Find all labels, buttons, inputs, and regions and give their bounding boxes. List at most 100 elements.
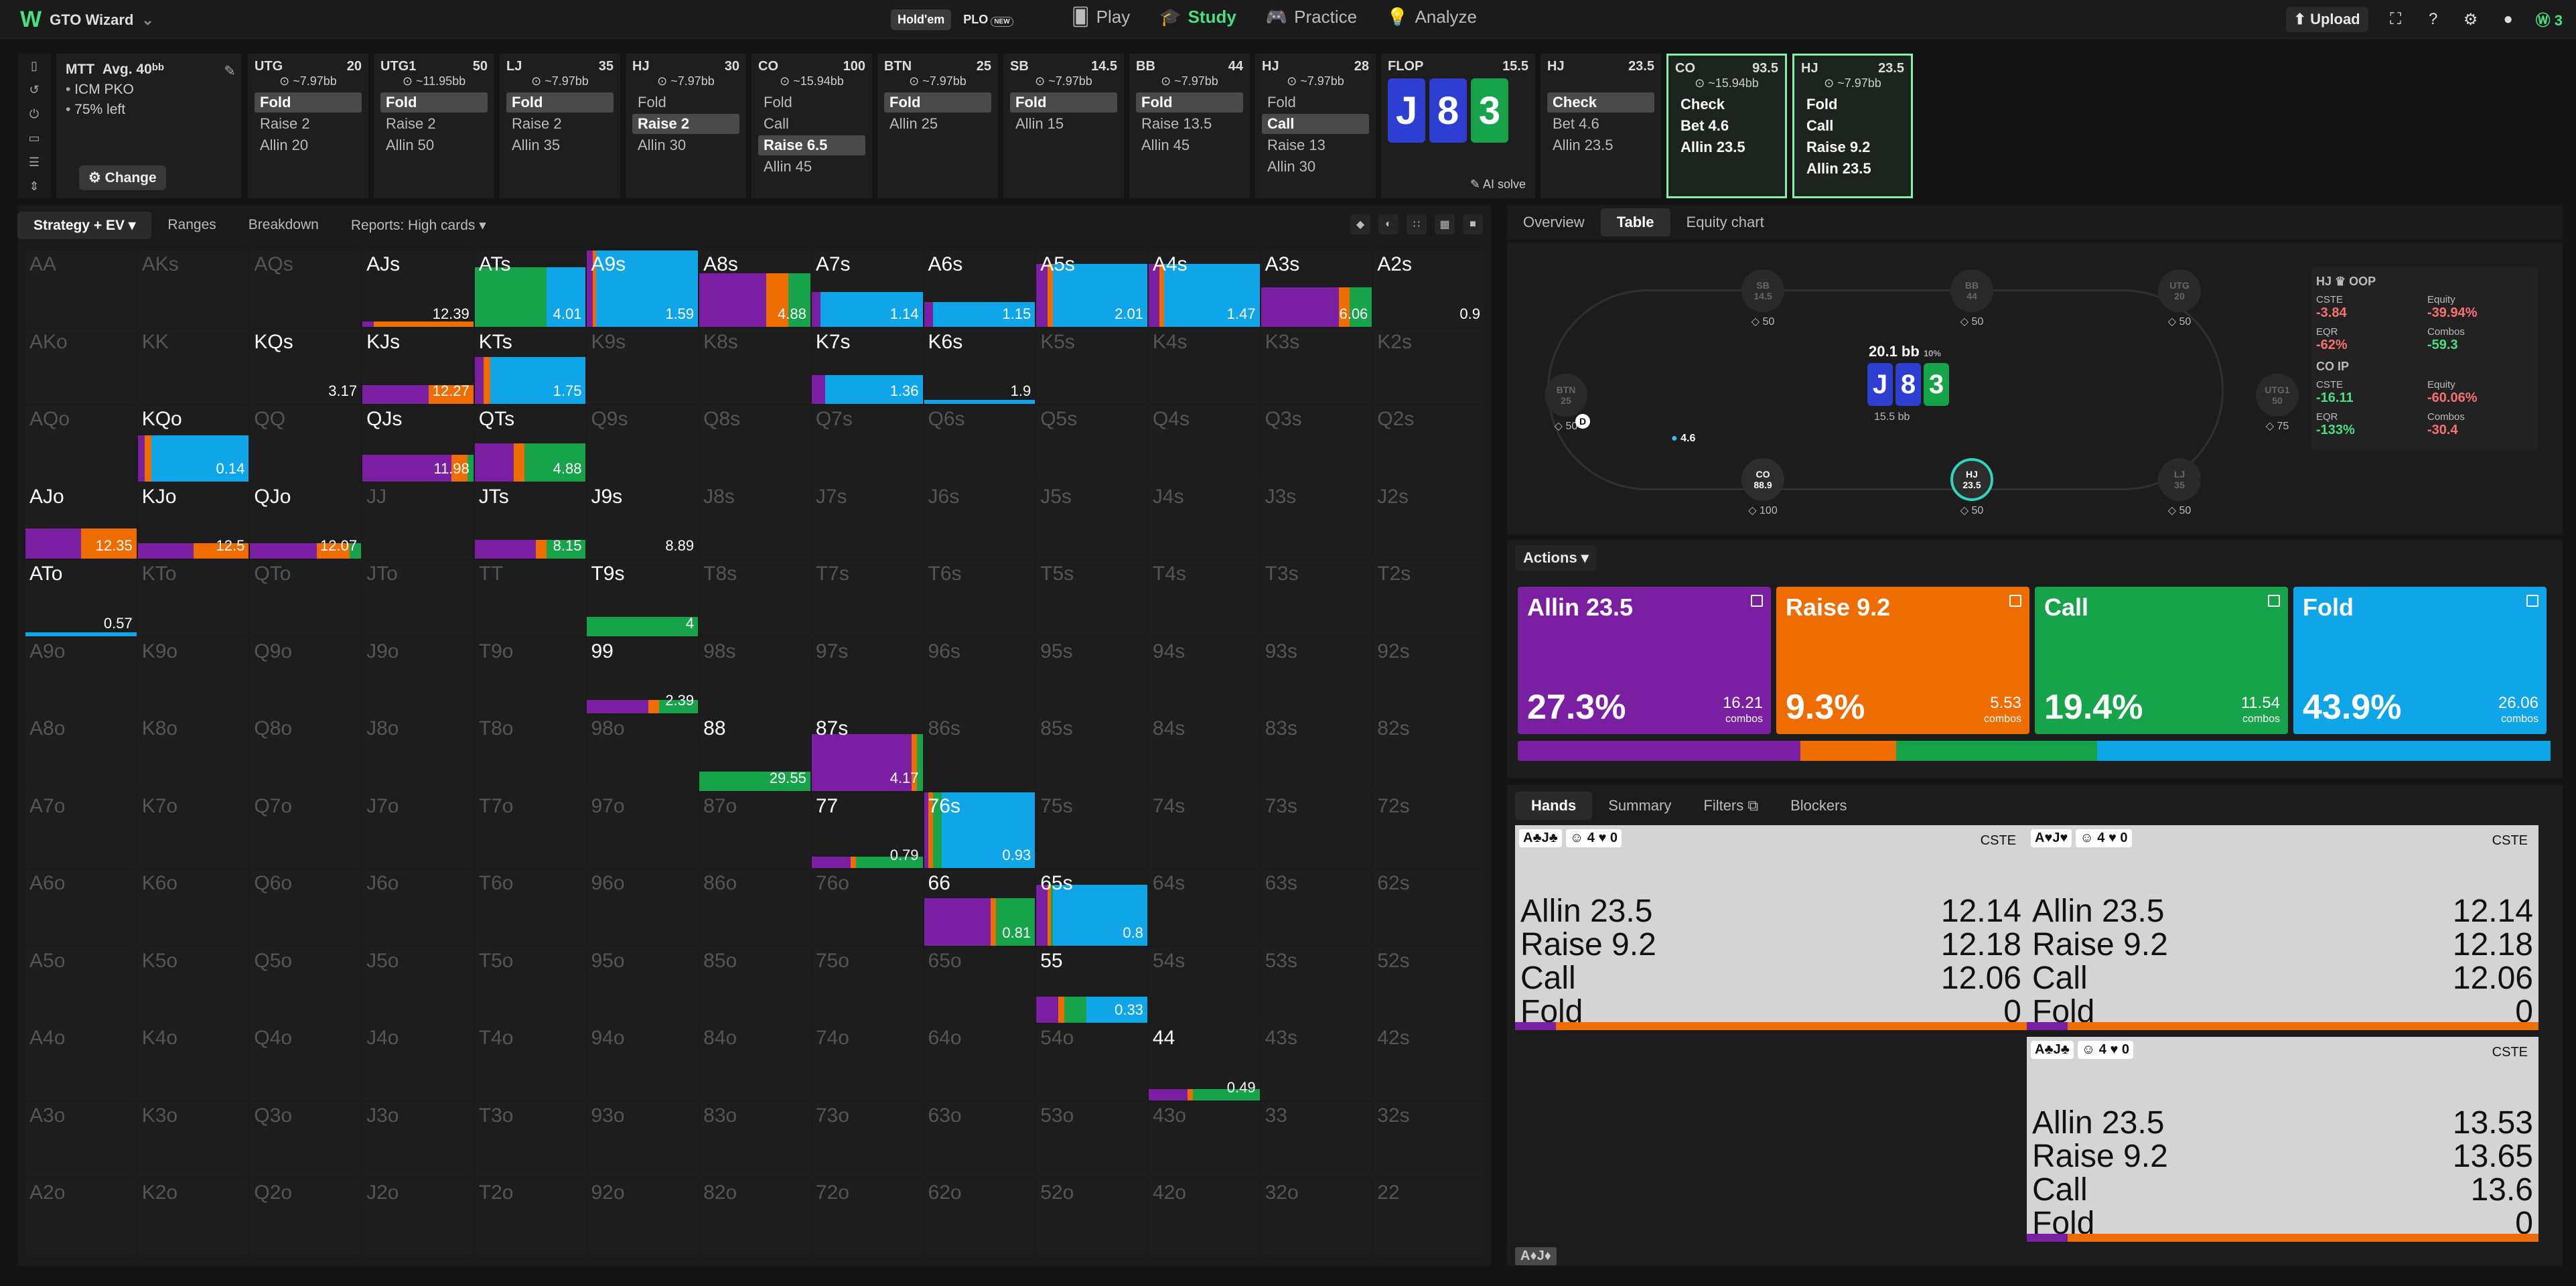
hand-cell[interactable]: T9s 4 — [587, 560, 699, 636]
history-icon[interactable]: ↺ — [29, 83, 39, 97]
hand-cell[interactable]: T8o — [474, 715, 586, 791]
hand-cell[interactable]: 62o — [924, 1179, 1035, 1255]
action-option[interactable]: Allin 50 — [380, 135, 488, 155]
action-option[interactable]: Check — [1547, 92, 1654, 113]
hand-cell[interactable]: K7s 1.36 — [811, 328, 923, 405]
action-option[interactable]: Fold — [380, 92, 488, 113]
hand-cell[interactable]: 77 0.79 — [811, 792, 923, 869]
hand-cell[interactable]: 95s — [1036, 637, 1147, 714]
hand-cell[interactable]: K9o — [137, 637, 249, 714]
action-option[interactable]: Fold — [506, 92, 614, 113]
expand-icon[interactable] — [1751, 595, 1763, 607]
seat-lj[interactable]: LJ 35 — [2158, 458, 2201, 501]
hand-cell[interactable]: 76o — [811, 869, 923, 946]
position-column-co[interactable]: CO 100 ⊙ ~15.94bb Fold Call Raise 6.5 Allin 45 — [752, 54, 872, 198]
hand-cell[interactable]: 73o — [811, 1101, 923, 1178]
mode-plo[interactable]: PLO NEW — [956, 9, 1019, 30]
hand-cell[interactable]: QTo — [250, 560, 362, 636]
hand-cell[interactable]: J6s — [924, 482, 1035, 559]
hand-cell[interactable]: 42o — [1148, 1179, 1260, 1255]
hand-cell[interactable]: AA — [25, 251, 137, 327]
action-option[interactable]: Raise 2 — [255, 114, 362, 134]
hand-cell[interactable]: J2s — [1373, 482, 1484, 559]
hand-cell[interactable]: JTo — [362, 560, 474, 636]
hand-cell[interactable]: Q2o — [250, 1179, 362, 1255]
hand-cell[interactable]: K2s — [1373, 328, 1484, 405]
action-option[interactable]: Call — [758, 114, 865, 134]
bookmark-icon[interactable]: ▯ — [31, 59, 38, 73]
hand-cell[interactable]: A9s 1.59 — [587, 251, 699, 327]
action-option[interactable]: Allin 30 — [632, 135, 739, 155]
hand-cell[interactable]: 53o — [1036, 1101, 1147, 1178]
hand-cell[interactable]: T2s — [1373, 560, 1484, 636]
hand-cell[interactable]: 92s — [1373, 637, 1484, 714]
action-option[interactable]: Allin 45 — [1136, 135, 1243, 155]
nav-study[interactable]: 🎓 Study — [1159, 7, 1236, 27]
logo[interactable]: W GTO Wizard ⌄ — [20, 7, 154, 33]
hand-cell[interactable]: KJo 12.5 — [137, 482, 249, 559]
hand-cell[interactable]: T4o — [474, 1024, 586, 1100]
position-column-hj[interactable]: HJ 23.5 Check Bet 4.6 Allin 23.5 — [1541, 54, 1661, 198]
hand-cell[interactable]: AKo — [25, 328, 137, 405]
expand-icon[interactable] — [2009, 595, 2021, 607]
action-option[interactable]: Bet 4.6 — [1675, 116, 1778, 136]
hand-cell[interactable]: TT — [474, 560, 586, 636]
hand-cell[interactable]: 55 0.33 — [1036, 946, 1147, 1023]
hand-cell[interactable]: Q3o — [250, 1101, 362, 1178]
gear-icon[interactable]: ⚙ — [2461, 9, 2481, 29]
action-option[interactable]: Fold — [884, 92, 991, 113]
align-icon[interactable]: ⇕ — [29, 180, 39, 194]
hand-cell[interactable]: Q3s — [1261, 405, 1372, 482]
hand-cell[interactable]: AJo 12.35 — [25, 482, 137, 559]
hand-cell[interactable]: 75s — [1036, 792, 1147, 869]
seat-co[interactable]: CO 88.9 — [1741, 458, 1784, 501]
hand-cell[interactable]: 94s — [1148, 637, 1260, 714]
hand-cell[interactable]: A3s 6.06 — [1261, 251, 1372, 327]
action-option[interactable]: Raise 2 — [632, 114, 739, 134]
hand-cell[interactable]: T9o — [474, 637, 586, 714]
nav-practice[interactable]: 🎮 Practice — [1266, 7, 1357, 27]
hand-cell[interactable]: J7o — [362, 792, 474, 869]
hand-cell[interactable]: Q5o — [250, 946, 362, 1023]
cube-icon[interactable]: ◆ — [1350, 214, 1370, 234]
action-option[interactable]: Allin 20 — [255, 135, 362, 155]
hand-cell[interactable]: Q4s — [1148, 405, 1260, 482]
hand-cell[interactable]: 74o — [811, 1024, 923, 1100]
hand-cell[interactable]: J4o — [362, 1024, 474, 1100]
position-column-co[interactable]: CO 93.5 ⊙ ~15.94bb Check Bet 4.6 Allin 23.5 — [1666, 54, 1787, 198]
action-option[interactable]: Fold — [632, 92, 739, 113]
action-option[interactable]: Call — [1262, 114, 1369, 134]
position-column-hj[interactable]: HJ 23.5 ⊙ ~7.97bb Fold Call Raise 9.2 Allin 23… — [1792, 54, 1913, 198]
tab-strategy-ev[interactable]: Strategy + EV ▾ — [17, 211, 152, 239]
hand-cell[interactable]: K4o — [137, 1024, 249, 1100]
chevron-down-icon[interactable]: ⌄ — [141, 11, 153, 29]
actions-dropdown[interactable]: Actions ▾ — [1515, 545, 1597, 571]
account-icon[interactable]: ● — [2498, 9, 2518, 29]
hand-cell[interactable]: 74s — [1148, 792, 1260, 869]
hand-cell[interactable]: K7o — [137, 792, 249, 869]
hand-cell[interactable]: 86o — [699, 869, 810, 946]
screenshot-icon[interactable]: ⛶ — [2386, 9, 2406, 29]
tab-equity-chart[interactable]: Equity chart — [1670, 208, 1780, 236]
hand-cell[interactable]: 33 — [1261, 1101, 1372, 1178]
hand-cell[interactable]: QJs 11.98 — [362, 405, 474, 482]
hand-cell[interactable]: J3o — [362, 1101, 474, 1178]
hand-cell[interactable]: Q7o — [250, 792, 362, 869]
tab-blockers[interactable]: Blockers — [1774, 792, 1863, 820]
hand-cell[interactable]: 93o — [587, 1101, 699, 1178]
hand-cell[interactable]: T7o — [474, 792, 586, 869]
hand-cell[interactable]: Q5s — [1036, 405, 1147, 482]
tab-table[interactable]: Table — [1600, 208, 1670, 236]
hand-cell[interactable]: J5s — [1036, 482, 1147, 559]
tools-icon[interactable]: ☰ — [29, 155, 40, 169]
hand-cell[interactable]: T7s — [811, 560, 923, 636]
hand-cell[interactable]: A2o — [25, 1179, 137, 1255]
hand-cell[interactable]: ATo 0.57 — [25, 560, 137, 636]
position-column-lj[interactable]: LJ 35 ⊙ ~7.97bb Fold Raise 2 Allin 35 — [500, 54, 620, 198]
action-box[interactable]: Allin 23.5 27.3% 16.21 combos — [1518, 587, 1771, 734]
hand-cell[interactable]: A6s 1.15 — [924, 251, 1035, 327]
hand-cell[interactable]: 82s — [1373, 715, 1484, 791]
hand-card[interactable]: A♣J♣ ☺ 4 ♥ 0 CSTE Allin 23.5 13.53 Raise 9.2 1… — [2027, 1037, 2538, 1242]
hand-cell[interactable]: QTs 4.88 — [474, 405, 586, 482]
car-icon[interactable]: ▭ — [28, 131, 40, 145]
